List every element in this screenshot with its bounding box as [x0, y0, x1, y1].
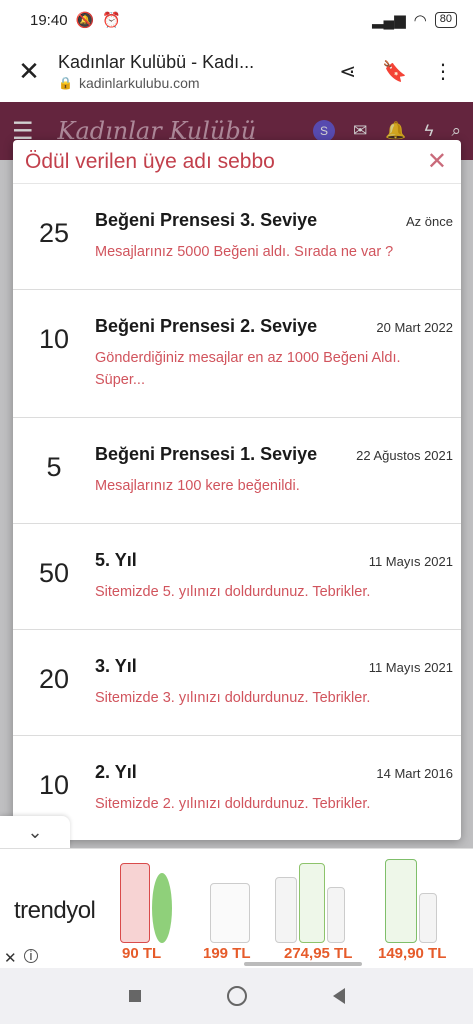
award-points: 10	[38, 324, 70, 354]
award-row: 50 5. Yıl 11 Mayıs 2021 Sitemizde 5. yıl…	[13, 524, 461, 630]
award-name: Beğeni Prensesi 1. Seviye	[95, 444, 318, 464]
ad-scroll-indicator	[244, 962, 362, 966]
award-description: Gönderdiğiniz mesajlar en az 1000 Beğeni…	[95, 350, 401, 388]
recents-button[interactable]	[128, 990, 141, 1002]
award-row: 20 3. Yıl 11 Mayıs 2021 Sitemizde 3. yıl…	[13, 630, 461, 736]
status-time: 19:40	[30, 11, 68, 29]
close-icon[interactable]: ✕	[0, 56, 58, 87]
ad-price: 90 TL	[122, 945, 162, 962]
award-date: 22 Ağustos 2021	[356, 448, 453, 463]
system-nav-bar	[0, 968, 473, 1024]
award-date: 20 Mart 2022	[376, 320, 453, 335]
page-url: kadinlarkulubu.com	[78, 74, 200, 91]
award-points: 50	[38, 558, 70, 588]
award-description: Mesajlarınız 5000 Beğeni aldı. Sırada ne…	[95, 244, 394, 260]
share-icon[interactable]: ⋖	[339, 59, 356, 84]
award-name: Beğeni Prensesi 2. Seviye	[95, 316, 318, 336]
ad-price: 199 TL	[203, 945, 251, 962]
custom-tab-toolbar: ✕ Kadınlar Kulübü - Kadı... 🔒 kadinlarku…	[0, 40, 473, 102]
battery-indicator: 80	[434, 12, 457, 28]
award-date: 11 Mayıs 2021	[368, 554, 453, 569]
ad-collapse-button[interactable]: ⌄	[0, 816, 70, 848]
award-row: 10 Beğeni Prensesi 2. Seviye 20 Mart 202…	[13, 290, 461, 418]
signal-icon: ▂▄▆	[371, 12, 406, 29]
ad-brand: trendyol	[14, 897, 96, 924]
bookmark-icon[interactable]: 🔖	[382, 59, 407, 84]
award-points: 5	[46, 452, 62, 482]
close-icon[interactable]: ✕	[427, 147, 447, 176]
award-row: 5 Beğeni Prensesi 1. Seviye 22 Ağustos 2…	[13, 418, 461, 524]
award-description: Mesajlarınız 100 kere beğenildi.	[95, 478, 300, 494]
ad-close-icon[interactable]: ✕	[4, 949, 17, 967]
chevron-down-icon: ⌄	[27, 821, 43, 842]
back-button[interactable]	[332, 988, 345, 1004]
modal-header: Ödül verilen üye adı sebbo ✕	[13, 140, 461, 184]
award-name: 2. Yıl	[95, 762, 137, 782]
alarm-icon: ⏰	[102, 12, 121, 29]
award-row: 10 2. Yıl 14 Mart 2016 Sitemizde 2. yılı…	[13, 736, 461, 840]
ad-info-icon[interactable]: i	[24, 949, 38, 963]
ad-product[interactable]	[120, 855, 200, 943]
home-button[interactable]	[226, 986, 247, 1006]
ad-price: 274,95 TL	[284, 945, 353, 962]
ad-product[interactable]	[275, 855, 355, 943]
wifi-icon: ◠	[413, 12, 427, 29]
award-name: 5. Yıl	[95, 550, 137, 570]
award-description: Sitemizde 5. yılınızı doldurdunuz. Tebri…	[95, 584, 371, 600]
award-name: 3. Yıl	[95, 656, 137, 676]
award-description: Sitemizde 2. yılınızı doldurdunuz. Tebri…	[95, 796, 371, 812]
award-points: 20	[38, 664, 70, 694]
status-bar: 19:40 🔕 ⏰ ▂▄▆ ◠ 80	[0, 0, 473, 40]
page-title: Kadınlar Kulübü - Kadı...	[58, 51, 255, 72]
ad-banner[interactable]: trendyol 90 TL 199 TL 274,95 TL 149,90 T…	[0, 848, 473, 968]
ad-product[interactable]	[200, 855, 280, 943]
awards-modal: Ödül verilen üye adı sebbo ✕ 25 Beğeni P…	[13, 140, 461, 840]
award-date: 11 Mayıs 2021	[368, 660, 453, 675]
award-row: 25 Beğeni Prensesi 3. Seviye Az önce Mes…	[13, 184, 461, 290]
lock-icon: 🔒	[58, 75, 73, 90]
award-points: 25	[38, 218, 70, 248]
more-icon[interactable]: ⋮	[433, 59, 453, 84]
award-date: Az önce	[406, 214, 453, 229]
mute-icon: 🔕	[75, 12, 95, 29]
ad-price: 149,90 TL	[378, 945, 447, 962]
award-description: Sitemizde 3. yılınızı doldurdunuz. Tebri…	[95, 690, 371, 706]
award-date: 14 Mart 2016	[376, 766, 453, 781]
modal-title: Ödül verilen üye adı sebbo	[25, 149, 275, 173]
ad-product[interactable]	[385, 855, 465, 943]
award-name: Beğeni Prensesi 3. Seviye	[95, 210, 318, 230]
